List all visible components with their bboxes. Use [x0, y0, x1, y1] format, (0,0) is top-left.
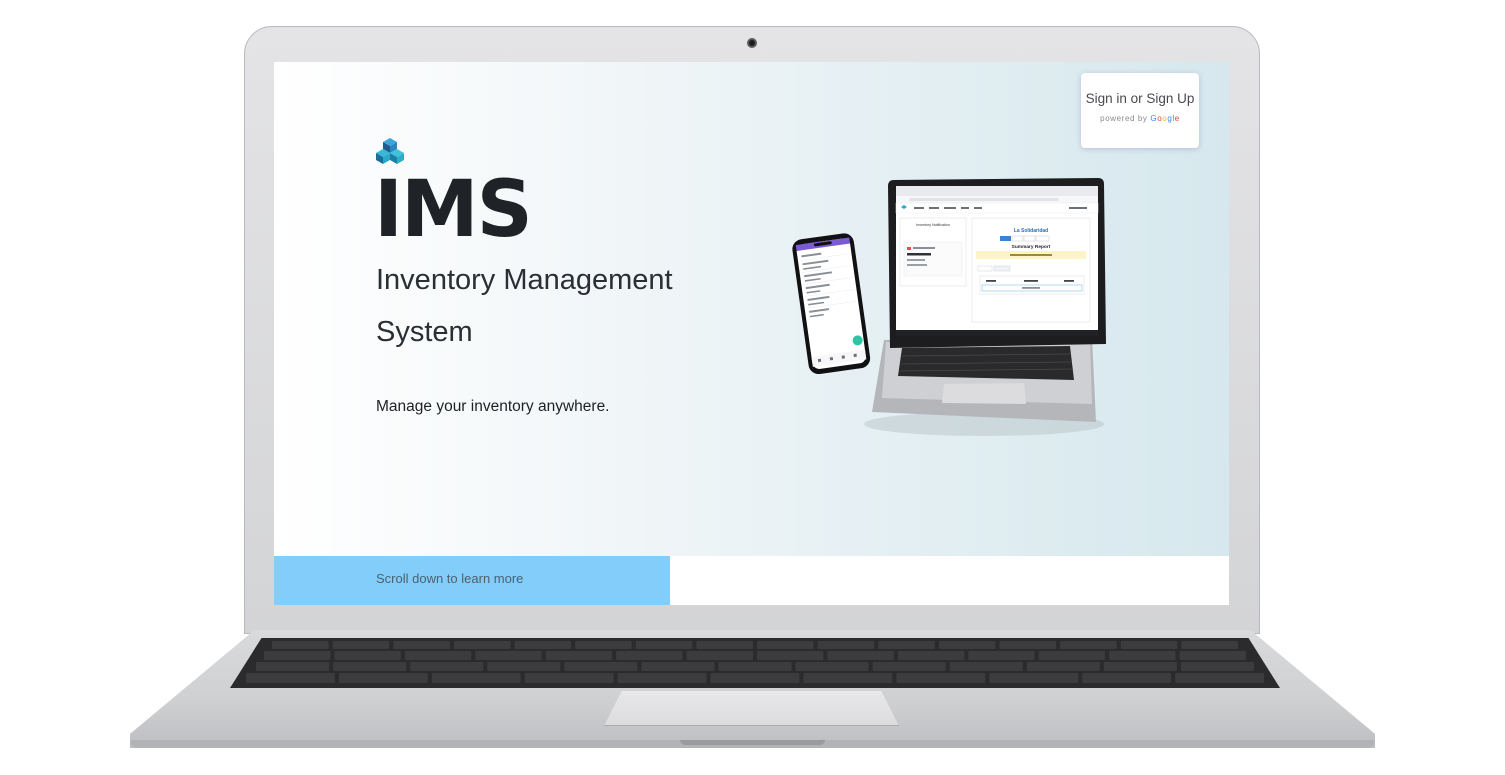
- keyboard-key: [514, 641, 572, 649]
- keyboard-key: [1120, 641, 1178, 649]
- laptop-keyboard: [230, 638, 1280, 688]
- keyboard-key: [817, 641, 875, 649]
- sign-in-button[interactable]: Sign in or Sign Up powered by Google: [1081, 73, 1199, 148]
- keyboard-key: [575, 641, 632, 649]
- keyboard-key: [487, 662, 561, 671]
- keyboard-key: [332, 641, 390, 649]
- keyboard-key: [1038, 651, 1106, 660]
- keyboard-key: [999, 641, 1057, 649]
- keyboard-key: [431, 673, 521, 683]
- screen: Sign in or Sign Up powered by Google IMS…: [274, 62, 1229, 605]
- mockup-phone-screen: [796, 238, 866, 369]
- device-mockup-illustration: Inventory Notification La Solidaridad Su…: [792, 178, 1106, 436]
- keyboard-key: [1109, 651, 1176, 660]
- keyboard-key: [410, 662, 484, 671]
- hinge-notch: [680, 740, 825, 745]
- keyboard-key: [718, 662, 792, 671]
- keyboard-key: [1179, 651, 1246, 660]
- keyboard-key: [1026, 662, 1100, 671]
- keyboard-key: [686, 651, 753, 660]
- keyboard-key: [989, 673, 1079, 683]
- mockup-panel-title: Inventory Notification: [916, 223, 950, 227]
- app-subtitle: Inventory Management System: [376, 264, 673, 348]
- keyboard-key: [1060, 641, 1117, 649]
- keyboard-key: [524, 673, 614, 683]
- keyboard-key: [757, 651, 824, 660]
- keyboard-key: [616, 651, 683, 660]
- keyboard-key: [1082, 673, 1172, 683]
- keyboard-key: [338, 673, 428, 683]
- powered-by-text: powered by: [1100, 114, 1148, 123]
- webcam-icon: [747, 38, 757, 48]
- keyboard-key: [949, 662, 1023, 671]
- keyboard-key: [264, 651, 331, 660]
- keyboard-key: [1181, 641, 1238, 649]
- keyboard-key: [475, 651, 542, 660]
- powered-by-google: powered by Google: [1081, 114, 1199, 123]
- keyboard-key: [641, 662, 715, 671]
- trackpad: [604, 691, 899, 726]
- keyboard-key: [1175, 673, 1264, 683]
- keyboard-key: [878, 641, 935, 649]
- google-letter: e: [1174, 114, 1180, 123]
- keyboard-key: [545, 651, 613, 660]
- keyboard-key: [968, 651, 1035, 660]
- keyboard-key: [453, 641, 511, 649]
- keyboard-key: [757, 641, 814, 649]
- hero-section: Sign in or Sign Up powered by Google IMS…: [274, 62, 1229, 556]
- keyboard-key: [635, 641, 693, 649]
- scroll-banner[interactable]: Scroll down to learn more: [274, 556, 670, 605]
- keyboard-key: [333, 662, 407, 671]
- keyboard-key: [872, 662, 946, 671]
- keyboard-key: [617, 673, 707, 683]
- keyboard-key: [246, 673, 335, 683]
- cube-stack-icon: [376, 138, 404, 164]
- keyboard-key: [564, 662, 638, 671]
- app-title: IMS: [374, 165, 533, 255]
- keyboard-key: [404, 651, 472, 660]
- keyboard-key: [896, 673, 986, 683]
- sign-in-label: Sign in or Sign Up: [1085, 91, 1195, 106]
- keyboard-key: [1180, 662, 1254, 671]
- keyboard-key: [256, 662, 330, 671]
- keyboard-key: [1103, 662, 1177, 671]
- mockup-store-name: La Solidaridad: [1014, 228, 1048, 234]
- keyboard-key: [827, 651, 894, 660]
- keyboard-key: [897, 651, 965, 660]
- keyboard-key: [272, 641, 329, 649]
- keyboard-key: [696, 641, 753, 649]
- keyboard-key: [795, 662, 869, 671]
- keyboard-key: [710, 673, 800, 683]
- keyboard-key: [334, 651, 401, 660]
- scroll-down-link[interactable]: Scroll down to learn more: [376, 571, 523, 586]
- keyboard-key: [393, 641, 450, 649]
- tagline: Manage your inventory anywhere.: [376, 398, 610, 415]
- keyboard-key: [803, 673, 893, 683]
- keyboard-keys: [246, 641, 1264, 683]
- mockup-report-title: Summary Report: [1012, 244, 1051, 250]
- keyboard-key: [938, 641, 996, 649]
